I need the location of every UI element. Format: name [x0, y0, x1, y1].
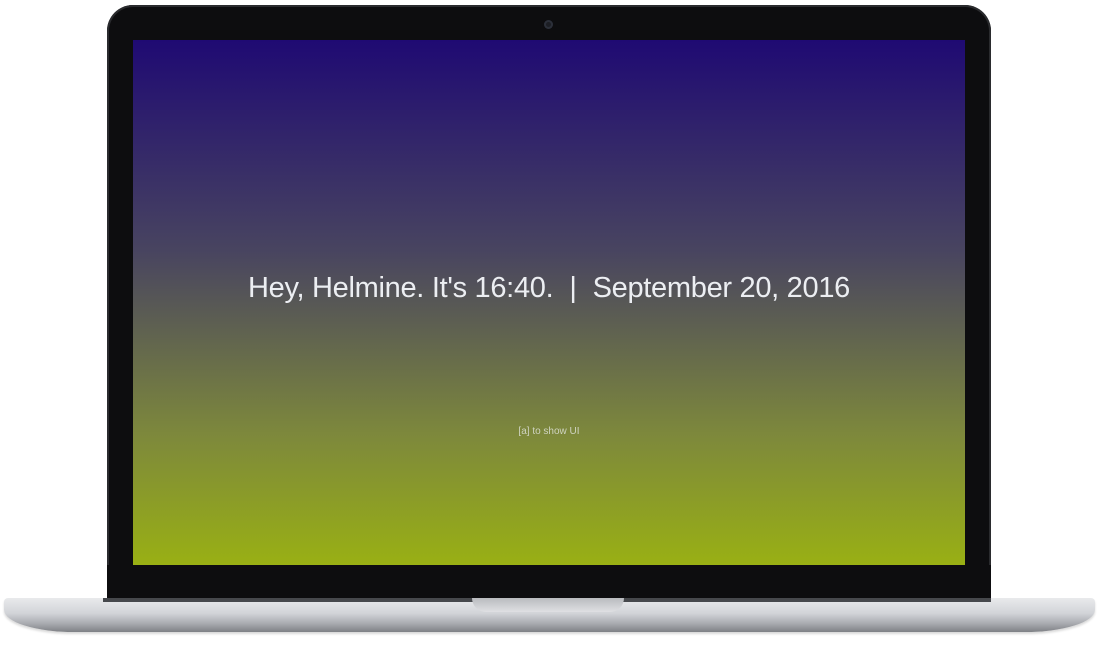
- greeting-text: Hey, Helmine. It's 16:40.: [248, 272, 554, 304]
- lid-opening-notch: [472, 598, 624, 612]
- screen-display: Hey, Helmine. It's 16:40. | September 20, …: [133, 40, 965, 565]
- greeting-line: Hey, Helmine. It's 16:40. | September 20, …: [133, 272, 965, 305]
- laptop-lid: Hey, Helmine. It's 16:40. | September 20, …: [107, 5, 991, 603]
- separator: |: [569, 272, 577, 304]
- camera-icon: [544, 20, 553, 29]
- show-ui-hint[interactable]: [a] to show UI: [133, 426, 965, 437]
- date-text: September 20, 2016: [592, 272, 851, 304]
